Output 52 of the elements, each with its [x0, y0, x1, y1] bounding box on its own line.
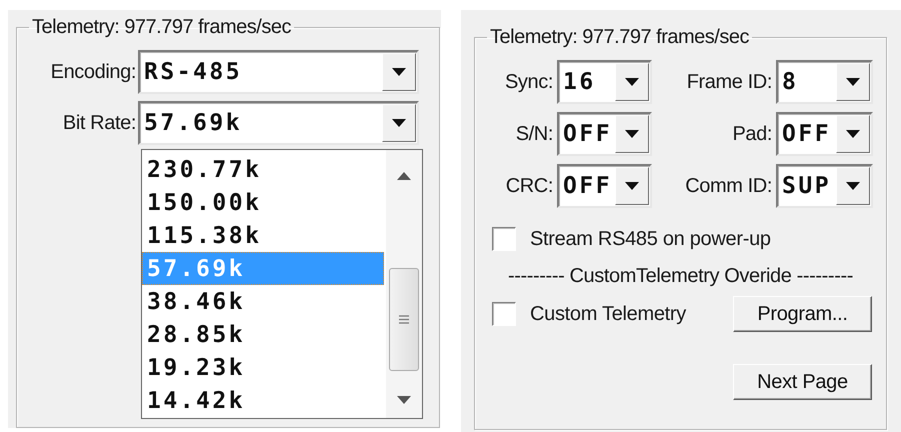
field-label: Pad: — [732, 122, 772, 146]
group-title: Telemetry: 977.797 frames/sec — [31, 16, 292, 39]
field-label: Sync: — [504, 70, 553, 94]
dropdown-field[interactable]: OFF — [776, 112, 873, 156]
checkbox-label[interactable]: Stream RS485 on power-up — [530, 228, 771, 250]
caret-icon — [846, 130, 860, 138]
checkbox[interactable] — [492, 227, 516, 251]
dropdown-field[interactable]: 57.69k — [138, 101, 419, 145]
dropdown-field[interactable]: RS-485 — [138, 50, 419, 94]
dropdown-button[interactable] — [615, 115, 649, 153]
caret-icon — [625, 78, 639, 86]
dropdown-option[interactable]: 14.42k — [142, 384, 384, 417]
dropdown-field[interactable]: 8 — [776, 60, 873, 104]
dropdown-button[interactable] — [382, 53, 416, 91]
dropdown-field[interactable]: OFF — [557, 112, 652, 156]
dropdown-option[interactable]: 19.23k — [142, 351, 384, 384]
field-label: Bit Rate: — [62, 112, 136, 134]
dropdown-option[interactable]: 115.38k — [142, 219, 384, 252]
caret-icon — [846, 78, 860, 86]
dropdown-option[interactable]: 28.85k — [142, 318, 384, 351]
field-label: Comm ID: — [685, 174, 772, 198]
dropdown-button[interactable] — [836, 63, 870, 101]
caret-icon — [625, 182, 639, 190]
field-label: CRC: — [506, 174, 553, 198]
caret-icon — [392, 119, 406, 127]
next-page-button[interactable]: Next Page — [733, 364, 872, 400]
dropdown-button[interactable] — [382, 104, 416, 142]
dropdown-field[interactable]: 16 — [557, 60, 652, 104]
checkbox-label[interactable]: Custom Telemetry — [530, 302, 686, 326]
dropdown-field[interactable]: OFF — [557, 164, 652, 208]
dropdown-option[interactable]: 230.77k — [142, 153, 384, 186]
dropdown-button[interactable] — [836, 167, 870, 205]
down-arrow-icon[interactable] — [397, 396, 411, 404]
dropdown-option[interactable]: 150.00k — [142, 186, 384, 219]
checkbox[interactable] — [492, 302, 516, 326]
program-button[interactable]: Program... — [733, 296, 872, 332]
caret-icon — [625, 130, 639, 138]
field-label: Encoding: — [50, 60, 136, 84]
field-label: S/N: — [516, 122, 553, 146]
scrollbar-thumb[interactable] — [389, 268, 419, 371]
dropdown-button[interactable] — [615, 167, 649, 205]
group-title: Telemetry: 977.797 frames/sec — [489, 26, 750, 49]
dropdown-button[interactable] — [615, 63, 649, 101]
section-heading: --------- CustomTelemetry Overide --------- — [507, 265, 854, 288]
caret-icon — [846, 182, 860, 190]
field-label: Frame ID: — [686, 70, 772, 94]
dropdown-button[interactable] — [836, 115, 870, 153]
scrollbar[interactable] — [386, 150, 422, 418]
caret-icon — [392, 68, 406, 76]
dropdown-option[interactable]: 38.46k — [142, 285, 384, 318]
dropdown-field[interactable]: SUP — [776, 164, 873, 208]
up-arrow-icon[interactable] — [397, 172, 411, 180]
